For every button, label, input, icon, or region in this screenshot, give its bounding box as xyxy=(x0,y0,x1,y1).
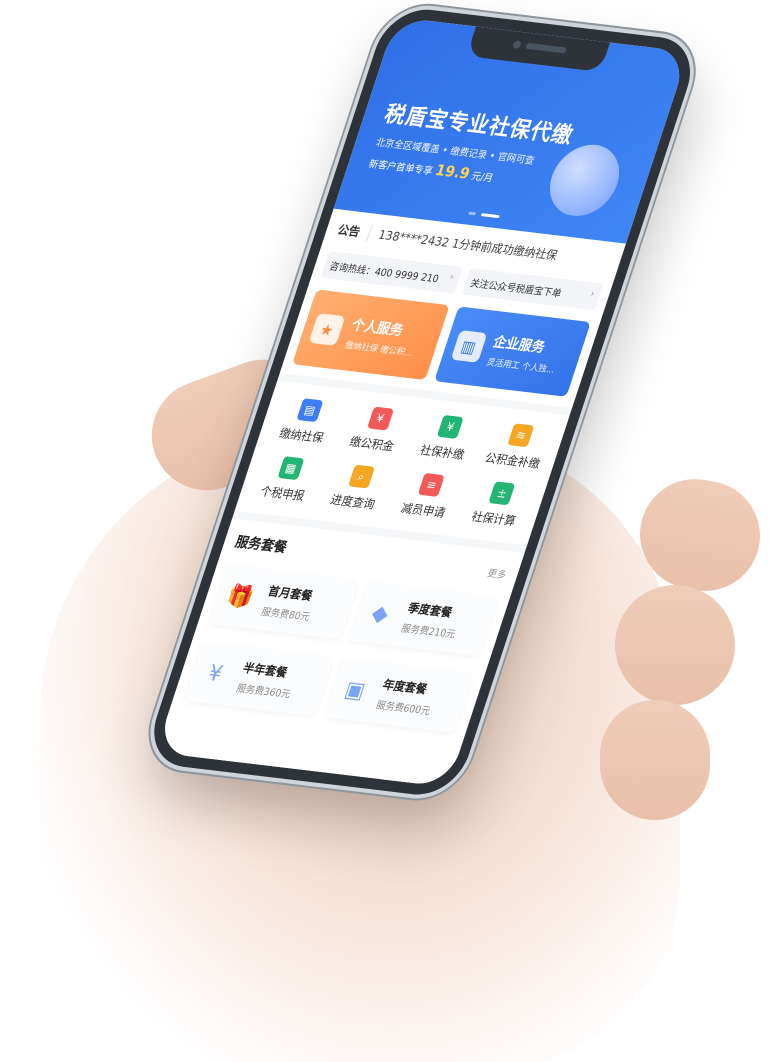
grid-item-social-calculator[interactable]: ± 社保计算 xyxy=(456,478,541,531)
promo-price: 19.9 xyxy=(432,160,473,183)
chevron-right-icon: › xyxy=(448,271,456,284)
grid-label: 缴公积金 xyxy=(347,434,396,454)
grid-label: 减员申请 xyxy=(399,501,448,520)
package-name: 季度套餐 xyxy=(406,600,455,620)
coins-icon: ≋ xyxy=(507,423,535,448)
building-icon: ▥ xyxy=(450,329,488,363)
grid-label: 进度查询 xyxy=(328,492,377,512)
package-card-first-month[interactable]: 🎁 首月套餐 服务费80元 xyxy=(208,564,360,640)
promo-suffix: 元/月 xyxy=(469,171,495,185)
packages-title: 服务套餐 xyxy=(233,534,289,557)
money-bag-icon: ¥ xyxy=(204,660,226,687)
package-card-quarter[interactable]: ◆ 季度套餐 服务费210元 xyxy=(348,581,499,657)
grid-label: 社保补缴 xyxy=(418,443,467,462)
personal-service-card[interactable]: ★ 个人服务 缴纳社保 缴公积... xyxy=(292,289,450,380)
gift-box-icon: ▣ xyxy=(341,676,369,704)
calculator-icon: ± xyxy=(488,481,516,506)
tax-form-icon: ▦ xyxy=(277,456,305,481)
grid-item-fund-backpay[interactable]: ≋ 公积金补缴 xyxy=(475,420,560,473)
package-price: 服务费80元 xyxy=(259,606,312,624)
hand-finger xyxy=(600,700,710,820)
company-service-title: 企业服务 xyxy=(491,333,547,356)
package-card-half-year[interactable]: ¥ 半年套餐 服务费360元 xyxy=(183,641,334,717)
hand-finger xyxy=(615,585,735,705)
grid-label: 缴纳社保 xyxy=(277,426,326,446)
speaker-grille xyxy=(525,42,567,54)
company-service-desc: 灵活用工 个人独... xyxy=(485,357,556,376)
packages-more-link[interactable]: 更多 xyxy=(486,565,509,581)
id-card-icon: ▤ xyxy=(296,398,324,423)
package-name: 首月套餐 xyxy=(266,584,315,604)
diamond-icon: ◆ xyxy=(368,600,392,627)
package-name: 年度套餐 xyxy=(380,677,429,697)
packages-grid: 🎁 首月套餐 服务费80元 ◆ 季度套餐 服务费210元 ¥ 半年套餐 服务费3… xyxy=(183,564,499,733)
personal-service-desc: 缴纳社保 缴公积... xyxy=(343,340,415,359)
feature-grid: ▤ 缴纳社保 ¥ 缴公积金 ¥ 社保补缴 ≋ 公积金补缴 ▦ 个税申报 ⌕ 进度… xyxy=(234,380,570,546)
carousel-dot[interactable] xyxy=(467,211,476,216)
package-price: 服务费360元 xyxy=(234,683,292,701)
package-card-year[interactable]: ▣ 年度套餐 服务费600元 xyxy=(323,658,474,733)
carousel-dot-active[interactable] xyxy=(480,213,500,219)
chevron-right-icon: › xyxy=(588,288,597,300)
badge-star-icon: ★ xyxy=(308,313,346,346)
search-doc-icon: ⌕ xyxy=(347,464,375,489)
grid-label: 社保计算 xyxy=(469,509,518,529)
wallet-yen-icon: ¥ xyxy=(366,406,394,431)
package-price: 服务费600元 xyxy=(374,700,432,718)
personal-service-title: 个人服务 xyxy=(349,316,406,339)
announcement-label: 公告 xyxy=(335,220,373,241)
package-price: 服务费210元 xyxy=(399,623,457,641)
camera-icon xyxy=(512,40,523,50)
hotline-text: 咨询热线：400 9999 210 xyxy=(327,261,440,286)
gift-icon: 🎁 xyxy=(223,583,257,611)
grid-label: 公积金补缴 xyxy=(483,450,542,472)
follow-text: 关注公众号税盾宝下单 xyxy=(468,278,563,300)
grid-label: 个税申报 xyxy=(258,484,307,504)
service-packages: 服务套餐 更多 🎁 首月套餐 服务费80元 ◆ 季度套餐 服务费210元 ¥ 半… xyxy=(155,518,525,788)
cash-yen-icon: ¥ xyxy=(437,414,465,439)
package-name: 半年套餐 xyxy=(241,660,290,680)
company-service-card[interactable]: ▥ 企业服务 灵活用工 个人独... xyxy=(433,306,591,397)
doc-list-icon: ≡ xyxy=(418,472,446,497)
promo-prefix: 新客户首单专享 xyxy=(367,158,434,178)
